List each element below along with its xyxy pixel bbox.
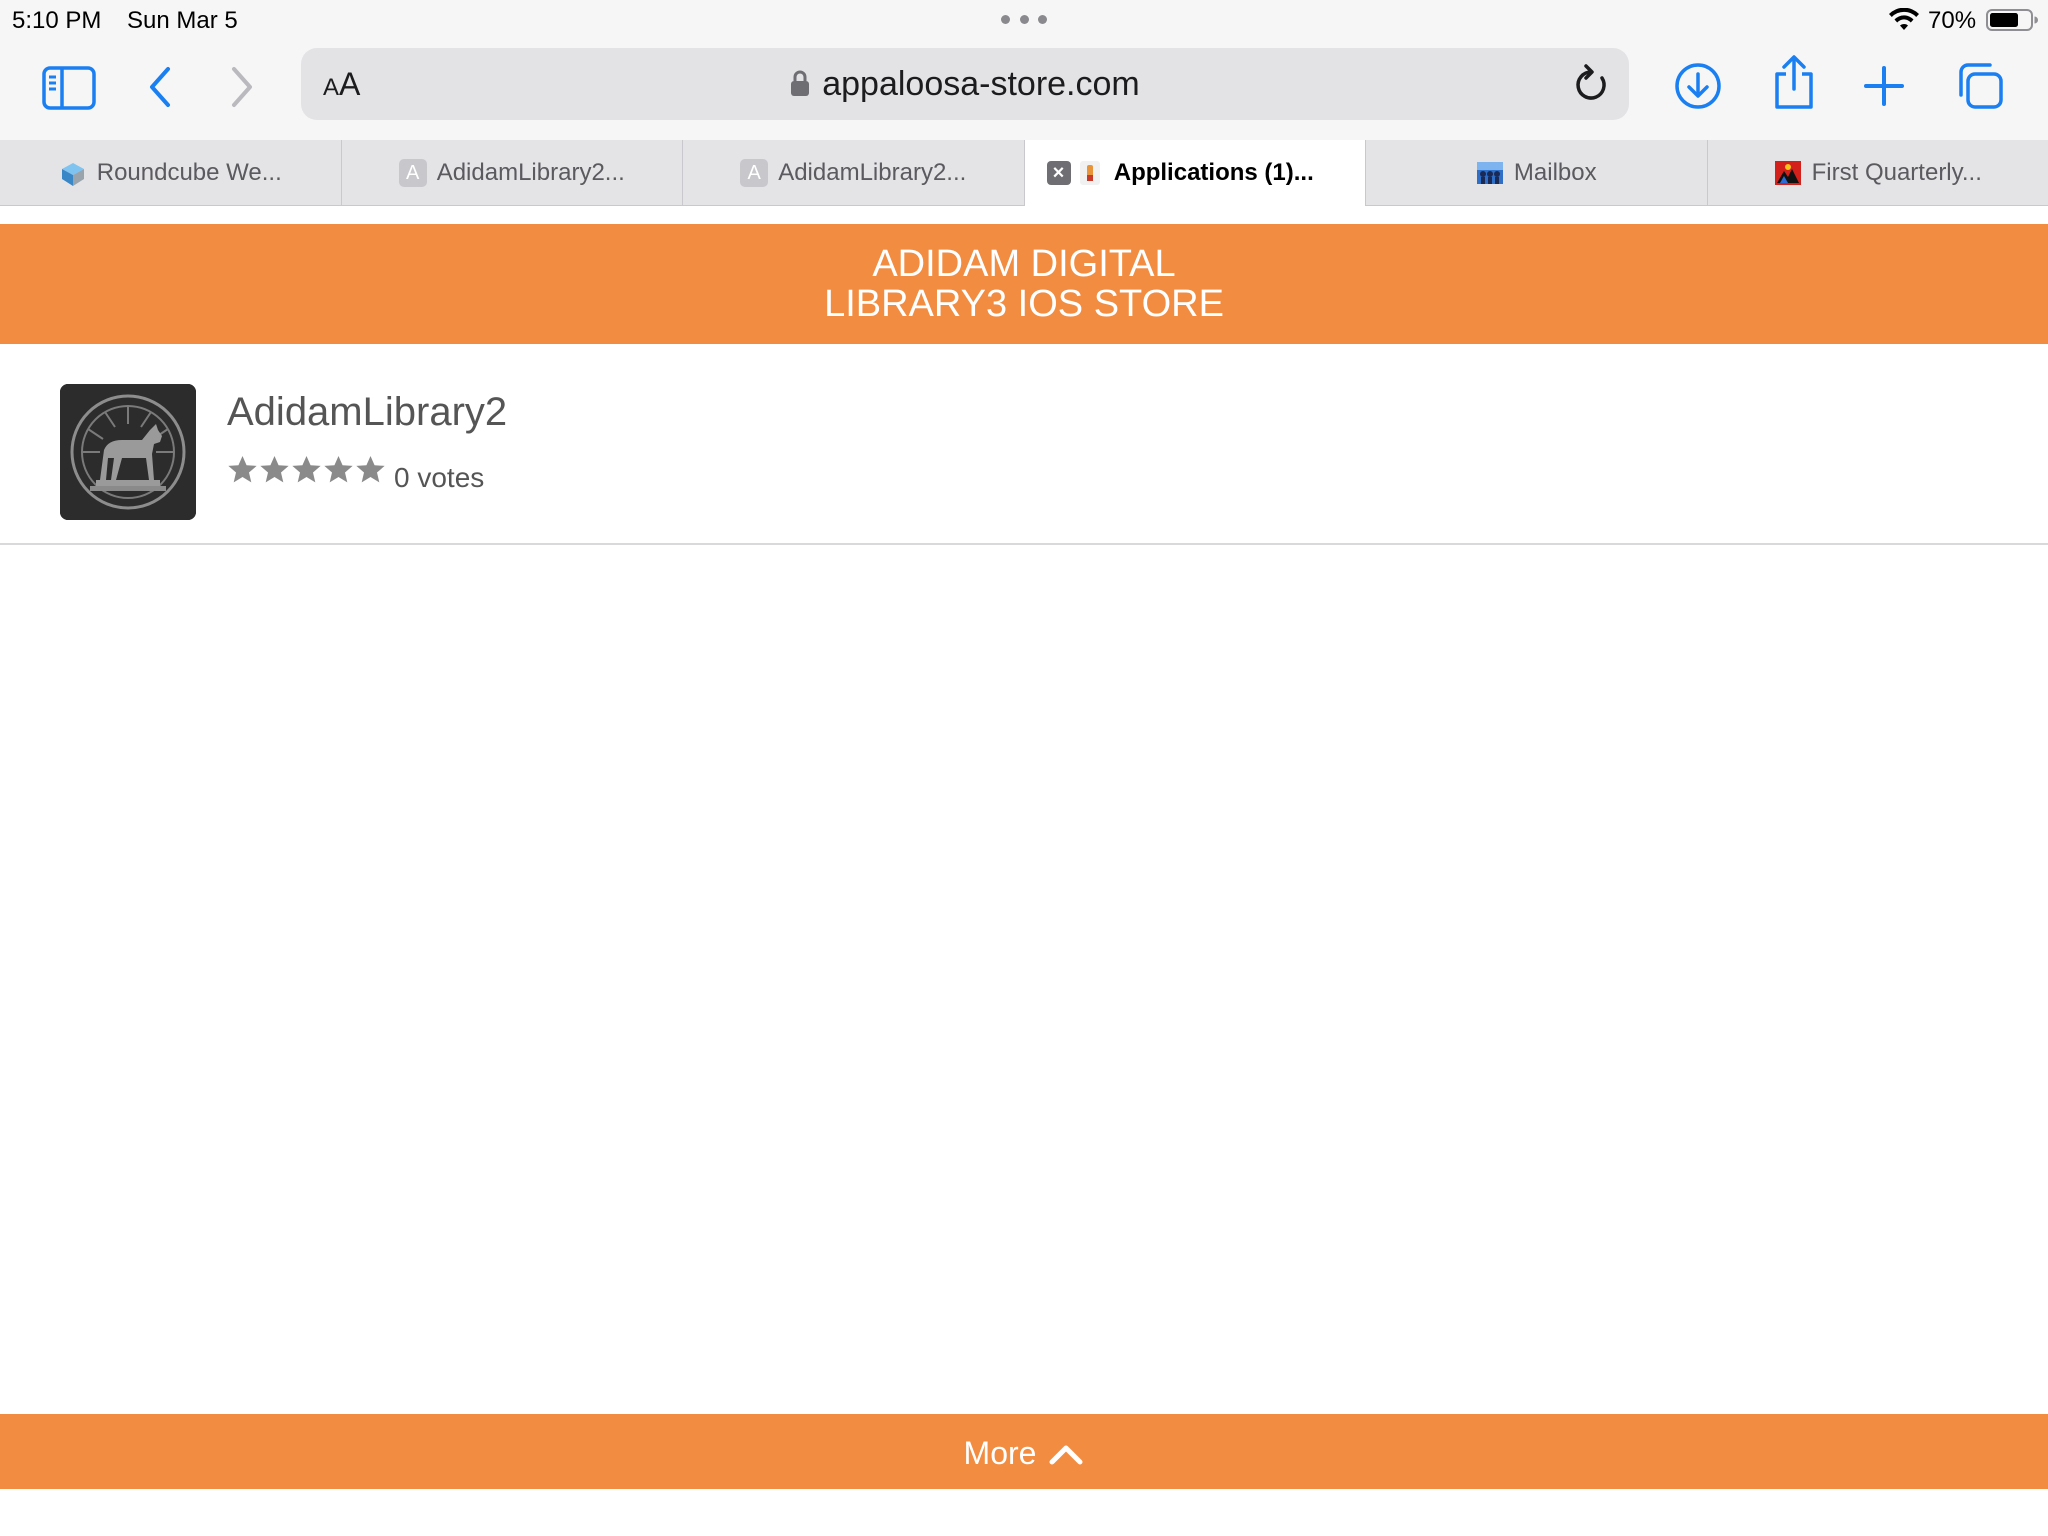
tab-bar: Roundcube We... A AdidamLibrary2... A Ad…: [0, 140, 2048, 206]
chevron-up-icon: [1049, 1445, 1083, 1465]
store-title-line1: ADIDAM DIGITAL: [872, 243, 1176, 285]
url-text: appaloosa-store.com: [822, 65, 1140, 103]
star-icon: [356, 455, 385, 483]
status-bar: 5:10 PM Sun Mar 5 70%: [0, 0, 2048, 40]
star-icon: [292, 455, 321, 483]
forward-chevron-icon[interactable]: [226, 62, 258, 112]
new-tab-plus-icon[interactable]: [1862, 64, 1906, 108]
tab-mailbox[interactable]: Mailbox: [1366, 140, 1708, 206]
more-button[interactable]: More: [0, 1414, 2048, 1489]
rating-stars: [227, 454, 387, 486]
tab-adidamlibrary-2[interactable]: A AdidamLibrary2...: [683, 140, 1025, 206]
tab-roundcube[interactable]: Roundcube We...: [0, 140, 342, 206]
horse-emblem-icon: [60, 384, 196, 520]
store-title-line2: LIBRARY3 IOS STORE: [824, 283, 1224, 325]
app-list-item[interactable]: AdidamLibrary2 0 votes: [0, 344, 2048, 545]
star-icon: [260, 455, 289, 483]
tab-adidamlibrary-1[interactable]: A AdidamLibrary2...: [342, 140, 683, 206]
tab-label: AdidamLibrary2...: [778, 159, 967, 186]
close-tab-icon[interactable]: ×: [1046, 161, 1071, 185]
address-bar[interactable]: AA appaloosa-store.com: [301, 48, 1629, 120]
vote-count: 0 votes: [394, 462, 485, 493]
battery-percent: 70%: [1928, 7, 1977, 34]
red-flag-favicon-icon: [1774, 161, 1801, 185]
tab-label: Mailbox: [1513, 159, 1597, 186]
battery-icon: [1986, 9, 2038, 31]
back-chevron-icon[interactable]: [144, 62, 176, 112]
letter-a-favicon-icon: A: [740, 159, 769, 187]
roundcube-logo-icon: [61, 163, 84, 186]
tab-applications[interactable]: × Applications (1)...: [1024, 140, 1366, 206]
page-bottom: [0, 1489, 2048, 1536]
tab-first-quarterly[interactable]: First Quarterly...: [1708, 140, 2048, 206]
status-date: Sun Mar 5: [127, 7, 238, 34]
status-time: 5:10 PM: [12, 7, 102, 34]
download-icon[interactable]: [1674, 62, 1722, 110]
appaloosa-favicon-icon: [1079, 161, 1100, 185]
multitasking-dots-icon[interactable]: [1001, 15, 1047, 25]
star-icon: [228, 455, 257, 483]
tab-label: Roundcube We...: [96, 159, 282, 186]
app-name[interactable]: AdidamLibrary2: [227, 390, 507, 435]
tab-label: AdidamLibrary2...: [436, 159, 625, 186]
store-header: ADIDAM DIGITAL LIBRARY3 IOS STORE: [0, 224, 2048, 344]
tab-overview-icon[interactable]: [1956, 62, 2004, 110]
tab-label: Applications (1)...: [1113, 159, 1314, 186]
star-icon: [324, 455, 353, 483]
tab-label: First Quarterly...: [1811, 159, 1982, 186]
page-spacer: [0, 207, 2048, 224]
mailbox-favicon-icon: [1476, 162, 1503, 184]
sidebar-toggle-icon[interactable]: [42, 65, 96, 111]
reload-icon[interactable]: [1573, 64, 1609, 104]
browser-toolbar: AA appaloosa-store.com: [0, 40, 2048, 140]
letter-a-favicon-icon: A: [398, 159, 427, 187]
share-icon[interactable]: [1772, 54, 1816, 110]
lock-icon: [791, 70, 810, 96]
more-label: More: [963, 1435, 1037, 1472]
wifi-icon: [1889, 8, 1919, 30]
